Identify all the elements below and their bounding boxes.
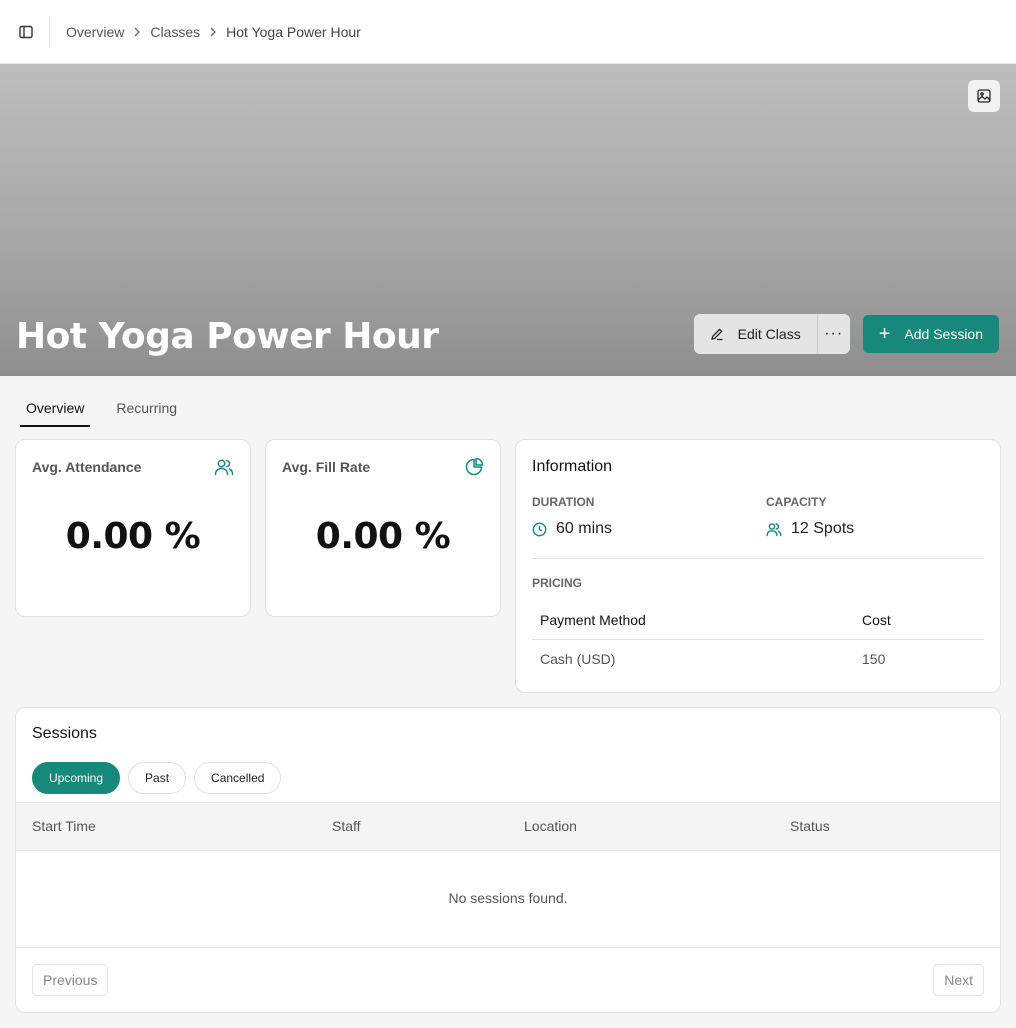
filter-cancelled[interactable]: Cancelled	[194, 762, 282, 794]
avg-attendance-card: Avg. Attendance 0.00 %	[15, 439, 251, 617]
information-card: Information DURATION 60 mins CAPACITY 12…	[515, 439, 1001, 693]
cost-header: Cost	[862, 611, 891, 628]
breadcrumb: Overview Classes Hot Yoga Power Hour	[66, 24, 361, 40]
next-button[interactable]: Next	[933, 964, 984, 996]
payment-method-cell: Cash (USD)	[540, 651, 616, 667]
tab-recurring[interactable]: Recurring	[110, 392, 183, 427]
pie-chart-icon	[464, 457, 484, 482]
pricing-label: PRICING	[532, 576, 583, 590]
plus-icon: +	[878, 323, 891, 345]
hero-banner: Hot Yoga Power Hour Edit Class ··· + Add…	[0, 64, 1016, 376]
duration-value-row: 60 mins	[532, 520, 612, 538]
edit-button-group: Edit Class ···	[693, 314, 850, 354]
clock-icon	[532, 522, 547, 536]
users-icon	[214, 457, 234, 482]
session-filters: Upcoming Past Cancelled	[32, 762, 289, 794]
start-time-header: Start Time	[32, 818, 96, 834]
hero-actions: Edit Class ··· + Add Session	[693, 314, 999, 354]
avg-attendance-label: Avg. Attendance	[32, 459, 142, 475]
sessions-table-header: Start Time Staff Location Status	[16, 802, 1000, 851]
capacity-value: 12 Spots	[791, 520, 855, 537]
change-image-button[interactable]	[968, 80, 1000, 112]
filter-past[interactable]: Past	[128, 762, 187, 794]
edit-class-label: Edit Class	[737, 326, 801, 342]
payment-method-header: Payment Method	[540, 611, 646, 628]
add-session-button[interactable]: + Add Session	[862, 315, 999, 353]
cost-cell: 150	[862, 651, 886, 667]
pagination: Previous Next	[16, 947, 1000, 996]
more-icon: ···	[824, 325, 844, 342]
location-header: Location	[524, 818, 577, 834]
edit-class-button[interactable]: Edit Class	[694, 314, 818, 354]
capacity-value-row: 12 Spots	[766, 520, 854, 538]
users-icon	[766, 522, 782, 536]
sidebar-icon	[18, 25, 33, 38]
breadcrumb-classes[interactable]: Classes	[150, 24, 200, 40]
capacity-label: CAPACITY	[766, 495, 827, 509]
information-title: Information	[532, 458, 613, 475]
sessions-title: Sessions	[32, 725, 97, 742]
pencil-icon	[710, 328, 723, 341]
previous-button[interactable]: Previous	[32, 964, 109, 996]
table-row: Cash (USD) 150	[532, 640, 984, 678]
staff-header: Staff	[332, 818, 361, 834]
add-session-label: Add Session	[904, 326, 983, 342]
duration-value: 60 mins	[556, 520, 613, 537]
chevron-right-icon	[133, 27, 141, 37]
duration-label: DURATION	[532, 495, 595, 509]
divider	[532, 558, 984, 559]
pricing-table-header: Payment Method Cost	[532, 600, 984, 640]
chevron-right-icon	[209, 27, 217, 37]
avg-fill-rate-label: Avg. Fill Rate	[282, 459, 371, 475]
breadcrumb-current: Hot Yoga Power Hour	[226, 23, 361, 40]
sessions-card: Sessions Upcoming Past Cancelled Start T…	[15, 707, 1001, 1013]
tab-overview[interactable]: Overview	[20, 392, 91, 427]
page-title: Hot Yoga Power Hour	[16, 316, 439, 357]
sidebar-toggle-button[interactable]	[2, 15, 50, 48]
avg-fill-rate-card: Avg. Fill Rate 0.00 %	[265, 439, 501, 617]
tab-bar: Overview Recurring	[20, 392, 203, 427]
top-bar: Overview Classes Hot Yoga Power Hour	[0, 0, 1016, 64]
empty-state-message: No sessions found.	[448, 890, 568, 906]
breadcrumb-overview[interactable]: Overview	[66, 24, 124, 40]
avg-attendance-value: 0.00 %	[65, 516, 201, 557]
pricing-table: Payment Method Cost Cash (USD) 150	[532, 600, 984, 678]
image-icon	[977, 89, 991, 103]
more-options-button[interactable]: ···	[818, 314, 850, 354]
status-header: Status	[790, 818, 830, 834]
filter-upcoming[interactable]: Upcoming	[32, 762, 121, 794]
avg-fill-rate-value: 0.00 %	[315, 516, 451, 557]
